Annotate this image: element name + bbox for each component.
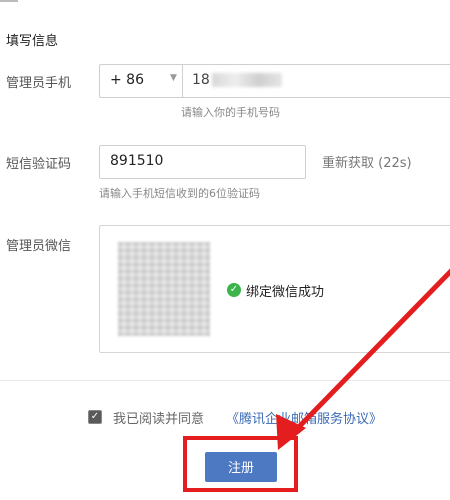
phone-field-group: + 86 ▼ 18 [99,64,450,98]
sms-hint: 请输入手机短信收到的6位验证码 [99,187,260,200]
annotation-highlight-box [183,436,298,492]
phone-hint: 请输入你的手机号码 [181,106,280,119]
agreement-text: 我已阅读并同意 [113,412,205,427]
check-circle-icon: ✓ [227,283,241,297]
wechat-status: 绑定微信成功 [246,285,325,300]
agreement-checkbox[interactable]: ✓ [88,410,102,424]
top-divider [0,0,18,2]
phone-value: 18 [192,72,210,88]
country-code-value: + 86 [110,72,144,88]
qr-code [118,242,210,336]
sms-code-value: 891510 [110,153,164,169]
caret-down-icon: ▼ [170,73,177,83]
section-title: 填写信息 [6,34,59,49]
blurred-phone-digits [211,73,282,87]
sms-label: 短信验证码 [6,157,72,172]
wechat-bind-panel: ✓ 绑定微信成功 [99,225,450,353]
country-code-select[interactable]: + 86 ▼ [100,65,183,97]
wechat-label: 管理员微信 [6,239,72,254]
agreement-link[interactable]: 《腾讯企业邮箱服务协议》 [226,408,382,427]
resend-code-button[interactable]: 重新获取 (22s) [322,152,412,171]
sms-code-input[interactable]: 891510 [99,145,306,179]
phone-input[interactable]: 18 [192,72,282,88]
phone-label: 管理员手机 [6,76,72,91]
footer-divider [0,380,450,381]
